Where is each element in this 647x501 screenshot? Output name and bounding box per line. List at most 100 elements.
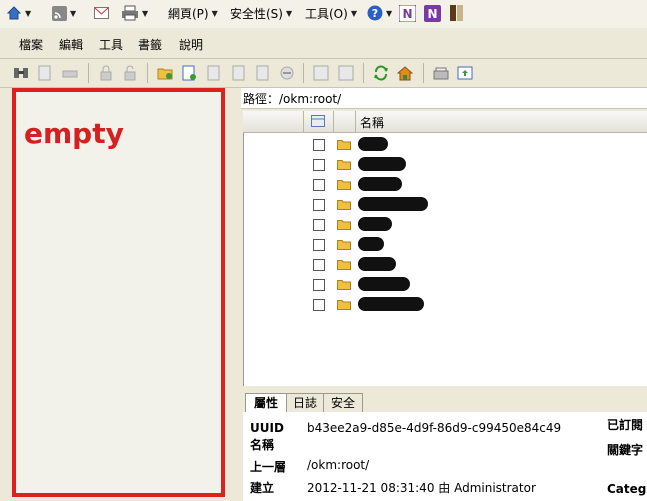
unlock-icon[interactable]	[122, 65, 138, 81]
folder-icon	[337, 220, 351, 230]
move-icon[interactable]	[255, 65, 271, 81]
help-icon: ?	[367, 5, 383, 21]
lock-icon[interactable]	[98, 65, 114, 81]
browser-command-bar: ▼ ▼ ▼ 網頁(P) ▼ 安全性(S) ▼ 工具(O) ▼ ? ▼ N N	[0, 0, 647, 29]
table-row[interactable]	[313, 297, 443, 313]
tab-log[interactable]: 日誌	[286, 393, 324, 412]
new-folder-icon[interactable]	[157, 65, 173, 81]
svg-text:N: N	[402, 7, 412, 21]
folder-icon	[337, 180, 351, 190]
table-row[interactable]	[313, 277, 443, 293]
folder-icon	[337, 300, 351, 310]
chevron-down-icon: ▼	[25, 8, 32, 18]
chevron-down-icon: ▼	[285, 8, 293, 18]
column-name-header[interactable]: 名稱	[360, 114, 384, 131]
printer-icon	[122, 5, 138, 21]
chevron-down-icon: ▼	[350, 8, 357, 18]
help-button[interactable]: ? ▼	[367, 3, 392, 23]
onenote-icon: N	[399, 4, 416, 22]
scanner-icon[interactable]	[433, 65, 449, 81]
extension-button[interactable]	[449, 3, 465, 23]
home-button[interactable]: ▼	[6, 3, 31, 23]
redacted-name	[358, 137, 388, 151]
uuid-value: b43ee2a9-d85e-4d9f-86d9-c99450e84c49	[307, 421, 562, 435]
tools-menu[interactable]: 工具(O) ▼	[305, 3, 357, 23]
folder-icon	[337, 140, 351, 150]
copy-icon[interactable]	[231, 65, 247, 81]
redacted-name	[358, 237, 384, 251]
menu-file[interactable]: 檔案	[19, 36, 43, 53]
home-icon[interactable]	[397, 65, 413, 81]
redacted-name	[358, 297, 424, 311]
name-label: 名稱	[250, 438, 275, 452]
chevron-down-icon: ▼	[142, 8, 149, 18]
feeds-button[interactable]: ▼	[52, 3, 76, 23]
redacted-name	[358, 177, 402, 191]
parent-label: 上一層	[250, 460, 287, 474]
subscribed-label: 已訂閱	[607, 418, 644, 432]
delete-icon[interactable]	[206, 65, 222, 81]
svg-text:?: ?	[372, 7, 378, 20]
row-checkbox[interactable]	[313, 179, 325, 191]
folder-icon	[337, 240, 351, 250]
created-label: 建立	[250, 481, 275, 495]
tab-security[interactable]: 安全	[323, 393, 363, 412]
print-icon[interactable]	[62, 65, 78, 81]
onenote-icon: N	[424, 4, 441, 22]
tab-properties[interactable]: 屬性	[245, 393, 287, 412]
download-icon[interactable]	[37, 65, 53, 81]
app-menu-bar: 檔案 編輯 工具 書籤 說明	[0, 28, 647, 59]
page-menu[interactable]: 網頁(P) ▼	[168, 3, 218, 23]
redacted-name	[358, 157, 406, 171]
onenote-send-button[interactable]: N	[424, 3, 441, 23]
home-icon	[6, 6, 22, 20]
categories-label: Categ	[607, 482, 647, 496]
new-document-icon[interactable]	[181, 65, 197, 81]
parent-value: /okm:root/	[307, 458, 370, 472]
table-row[interactable]	[313, 197, 443, 213]
chevron-down-icon: ▼	[211, 8, 218, 18]
find-icon[interactable]	[13, 65, 29, 81]
grid-header: 名稱	[243, 111, 647, 133]
chevron-down-icon: ▼	[70, 8, 77, 18]
row-checkbox[interactable]	[313, 299, 325, 311]
row-checkbox[interactable]	[313, 159, 325, 171]
redacted-name	[358, 217, 392, 231]
table-row[interactable]	[313, 217, 443, 233]
paste-icon[interactable]	[338, 65, 354, 81]
cut-icon[interactable]	[313, 65, 329, 81]
chevron-down-icon: ▼	[386, 8, 393, 18]
extension-icon	[450, 5, 463, 21]
table-row[interactable]	[313, 237, 443, 253]
refresh-icon[interactable]	[373, 65, 389, 81]
empty-annotation: empty	[24, 117, 124, 150]
security-menu[interactable]: 安全性(S) ▼	[230, 3, 292, 23]
row-checkbox[interactable]	[313, 139, 325, 151]
row-checkbox[interactable]	[313, 259, 325, 271]
rss-icon	[52, 5, 67, 21]
row-checkbox[interactable]	[313, 219, 325, 231]
path-label: 路徑：/okm:root/	[243, 92, 342, 106]
keywords-label: 關鍵字	[607, 443, 644, 457]
menu-edit[interactable]: 編輯	[59, 36, 83, 53]
cancel-icon[interactable]	[279, 65, 295, 81]
created-value: 2012-11-21 08:31:40 由 Administrator	[307, 481, 536, 495]
table-row[interactable]	[313, 257, 443, 273]
table-row[interactable]	[313, 137, 443, 153]
menu-tools[interactable]: 工具	[99, 36, 123, 53]
table-row[interactable]	[313, 177, 443, 193]
app-toolbar	[0, 59, 647, 88]
row-checkbox[interactable]	[313, 239, 325, 251]
print-button[interactable]: ▼	[121, 3, 148, 23]
row-checkbox[interactable]	[313, 199, 325, 211]
folder-icon	[337, 260, 351, 270]
onenote-button[interactable]: N	[399, 3, 416, 23]
menu-help[interactable]: 說明	[179, 36, 203, 53]
column-select-icon[interactable]	[311, 115, 325, 127]
mail-button[interactable]	[94, 3, 109, 23]
menu-bookmarks[interactable]: 書籤	[138, 36, 162, 53]
row-checkbox[interactable]	[313, 279, 325, 291]
redacted-name	[358, 197, 428, 211]
table-row[interactable]	[313, 157, 443, 173]
upload-icon[interactable]	[457, 65, 473, 81]
